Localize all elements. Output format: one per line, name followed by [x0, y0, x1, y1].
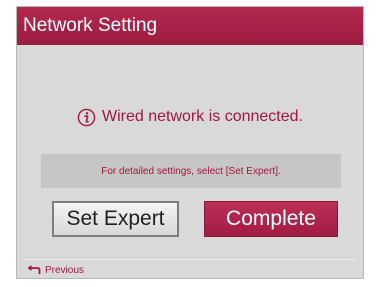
complete-button[interactable]: Complete [204, 201, 338, 237]
hint-box: For detailed settings, select [Set Exper… [41, 154, 341, 188]
footer-divider [25, 259, 355, 260]
set-expert-label: Set Expert [66, 207, 165, 230]
title-bar: Network Setting [17, 7, 363, 45]
previous-label: Previous [45, 264, 84, 276]
complete-label: Complete [226, 207, 316, 230]
back-arrow-icon [27, 265, 41, 274]
dialog-title: Network Setting [23, 15, 158, 36]
network-setting-dialog: Network Setting Wired network is connect… [16, 6, 364, 279]
info-icon [77, 108, 96, 126]
previous-button[interactable]: Previous [27, 263, 84, 277]
hint-text: For detailed settings, select [Set Exper… [101, 165, 281, 177]
set-expert-button[interactable]: Set Expert [52, 201, 179, 237]
connection-status: Wired network is connected. [17, 105, 363, 129]
status-message: Wired network is connected. [102, 108, 303, 125]
